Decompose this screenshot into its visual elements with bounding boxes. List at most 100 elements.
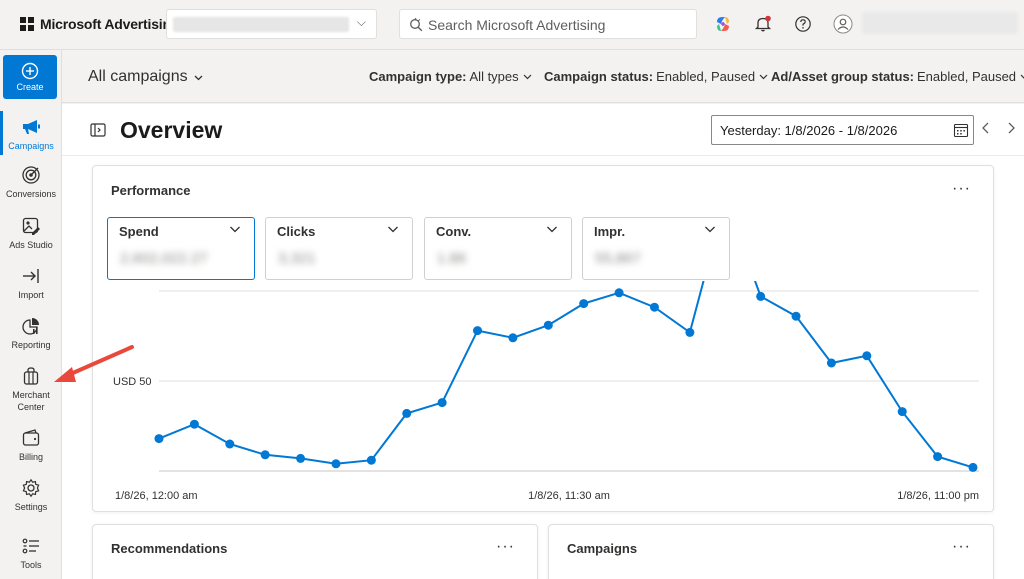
notifications-bell-icon[interactable] — [752, 13, 774, 35]
date-range-picker[interactable]: Yesterday: 1/8/2026 - 1/8/2026 — [711, 115, 974, 145]
date-range-text: Yesterday: 1/8/2026 - 1/8/2026 — [720, 123, 898, 138]
chevron-down-icon — [194, 75, 203, 80]
metric-value: 1.86 — [437, 250, 467, 267]
nav-item-tools[interactable]: Tools — [0, 536, 62, 571]
metric-label: Conv. — [436, 224, 472, 239]
chevron-down-icon[interactable] — [546, 223, 558, 235]
microsoft-logo-icon — [20, 17, 34, 31]
metric-tile-conversions[interactable]: Conv. 1.86 — [424, 217, 572, 280]
collapse-panel-icon[interactable] — [90, 123, 106, 137]
metric-value: 2,602,022.27 — [120, 250, 208, 267]
performance-line-chart: USD 50 1/8/26, 12:00 am 1/8/26, 11:30 am… — [113, 281, 979, 502]
data-point-5[interactable] — [331, 459, 341, 469]
account-name-redacted — [173, 17, 349, 32]
filter-name: Ad/Asset group status: — [771, 69, 915, 84]
user-avatar-icon[interactable] — [832, 13, 854, 35]
filter-bar: All campaigns Campaign type: All types C… — [62, 51, 1024, 103]
nav-item-conversions[interactable]: Conversions — [0, 165, 62, 200]
nav-label: Billing — [18, 452, 43, 462]
plus-circle-icon — [21, 62, 39, 80]
chevron-down-icon[interactable] — [387, 223, 399, 235]
scope-label: All campaigns — [88, 68, 188, 85]
data-point-12[interactable] — [579, 299, 589, 309]
top-bar: Microsoft Advertising ⌵ — [0, 0, 1024, 50]
page-header: Overview Yesterday: 1/8/2026 - 1/8/2026 — [62, 104, 1024, 156]
nav-item-import[interactable]: Import — [0, 266, 62, 301]
nav-item-campaigns[interactable]: Campaigns — [0, 111, 62, 155]
data-point-10[interactable] — [508, 333, 518, 343]
nav-label: Tools — [20, 560, 42, 570]
more-options-icon[interactable]: ··· — [496, 538, 515, 556]
data-point-22[interactable] — [933, 452, 943, 462]
card-title: Campaigns — [567, 541, 638, 556]
more-options-icon[interactable]: ··· — [952, 180, 971, 198]
campaigns-card: Campaigns ··· — [548, 524, 994, 579]
search-input[interactable] — [428, 15, 688, 35]
create-button[interactable]: Create — [3, 55, 57, 99]
chevron-down-icon[interactable] — [704, 223, 716, 235]
data-point-8[interactable] — [437, 398, 447, 408]
data-point-11[interactable] — [543, 320, 553, 330]
target-icon — [22, 166, 40, 184]
metric-label: Clicks — [277, 224, 316, 239]
account-selector[interactable]: ⌵ — [166, 9, 377, 39]
metric-tile-spend[interactable]: Spend 2,602,022.27 — [107, 217, 255, 280]
chevron-down-icon[interactable] — [229, 223, 241, 235]
ad-group-status-filter[interactable]: Ad/Asset group status: Enabled, Paused — [771, 69, 1024, 84]
data-point-6[interactable] — [366, 455, 376, 465]
wallet-icon — [22, 429, 40, 446]
data-point-13[interactable] — [614, 288, 624, 298]
metric-tile-clicks[interactable]: Clicks 3,321 — [265, 217, 413, 280]
metric-label: Impr. — [594, 224, 626, 239]
data-point-4[interactable] — [296, 453, 306, 463]
search-box[interactable] — [399, 9, 697, 39]
data-point-0[interactable] — [154, 434, 164, 444]
page-title: Overview — [120, 117, 223, 143]
nav-item-settings[interactable]: Settings — [0, 478, 62, 513]
data-point-23[interactable] — [968, 462, 978, 472]
next-period-icon[interactable] — [1005, 121, 1017, 135]
campaign-scope-dropdown[interactable]: All campaigns — [88, 68, 204, 86]
search-copilot-icon — [410, 18, 423, 32]
data-point-17[interactable] — [756, 291, 766, 301]
data-point-9[interactable] — [473, 326, 483, 336]
chevron-down-icon — [759, 74, 768, 80]
brand-logo[interactable]: Microsoft Advertising — [20, 16, 179, 32]
data-point-3[interactable] — [260, 450, 270, 460]
gear-icon — [22, 478, 40, 498]
data-point-19[interactable] — [826, 358, 836, 368]
shopping-bag-icon — [23, 367, 39, 385]
nav-label: Reporting — [11, 340, 51, 350]
data-point-1[interactable] — [189, 419, 199, 429]
metric-tile-impressions[interactable]: Impr. 55,867 — [582, 217, 730, 280]
campaign-type-filter[interactable]: Campaign type: All types — [369, 69, 533, 84]
metric-value: 3,321 — [278, 250, 316, 267]
data-point-14[interactable] — [649, 302, 659, 312]
data-point-7[interactable] — [402, 408, 412, 418]
campaign-status-filter[interactable]: Campaign status: Enabled, Paused — [544, 69, 769, 84]
metric-value: 55,867 — [595, 250, 641, 267]
create-label: Create — [16, 82, 44, 92]
nav-item-ads-studio[interactable]: Ads Studio — [0, 216, 62, 251]
more-options-icon[interactable]: ··· — [952, 538, 971, 556]
previous-period-icon[interactable] — [980, 121, 992, 135]
tools-list-icon — [22, 538, 39, 554]
copilot-icon[interactable] — [712, 13, 734, 35]
pie-chart-icon — [22, 318, 39, 335]
chevron-down-icon — [523, 74, 532, 80]
data-point-20[interactable] — [862, 351, 872, 361]
data-point-15[interactable] — [685, 327, 695, 337]
data-point-21[interactable] — [897, 407, 907, 417]
data-point-2[interactable] — [225, 439, 235, 449]
nav-item-billing[interactable]: Billing — [0, 428, 62, 463]
user-name-redacted[interactable] — [862, 12, 1018, 34]
brand-name: Microsoft Advertising — [40, 16, 180, 32]
x-tick-label-mid: 1/8/26, 11:30 am — [528, 490, 610, 502]
image-edit-icon — [22, 217, 40, 235]
x-tick-label-end: 1/8/26, 11:00 pm — [897, 490, 979, 502]
card-title: Recommendations — [111, 541, 228, 556]
data-point-18[interactable] — [791, 311, 801, 321]
nav-label: Settings — [14, 502, 48, 512]
filter-name: Campaign status: — [544, 69, 654, 84]
help-icon[interactable] — [792, 13, 814, 35]
